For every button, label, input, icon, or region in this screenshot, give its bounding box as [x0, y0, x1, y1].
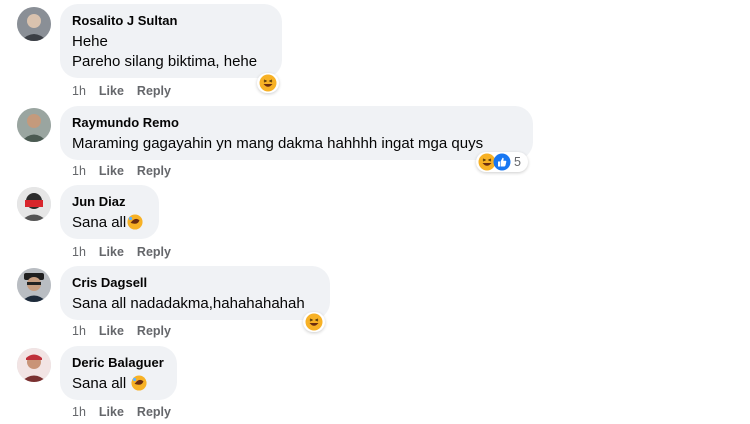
avatar[interactable]: [17, 268, 51, 302]
comment-time[interactable]: 1h: [72, 163, 86, 179]
avatar[interactable]: [17, 7, 51, 41]
avatar[interactable]: [17, 187, 51, 221]
reply-button[interactable]: Reply: [137, 323, 171, 339]
comment-actions: 1h Like Reply: [72, 244, 184, 260]
like-button[interactable]: Like: [99, 163, 124, 179]
like-button[interactable]: Like: [99, 323, 124, 339]
comment-time[interactable]: 1h: [72, 323, 86, 339]
comment-text: Hehe: [72, 33, 108, 50]
reaction-count: 5: [514, 155, 521, 169]
comment-text-value: Sana all: [72, 214, 127, 231]
comment-text: Sana all: [72, 374, 165, 394]
comment-text: Sana all: [72, 213, 147, 233]
comment-bubble: Rosalito J Sultan Hehe Pareho silang bik…: [60, 4, 282, 78]
reaction-summary[interactable]: [257, 73, 279, 93]
like-button[interactable]: Like: [99, 83, 124, 99]
comment-bubble: Raymundo Remo Maraming gagayahin yn mang…: [60, 106, 533, 160]
reply-button[interactable]: Reply: [137, 163, 171, 179]
reply-button[interactable]: Reply: [137, 404, 171, 420]
comment-time[interactable]: 1h: [72, 244, 86, 260]
like-button[interactable]: Like: [99, 404, 124, 420]
comment-text: Sana all nadadakma,hahahahahah: [72, 295, 305, 312]
comment-bubble: Jun Diaz Sana all: [60, 185, 159, 239]
like-icon: [493, 153, 511, 171]
comment-time[interactable]: 1h: [72, 404, 86, 420]
comment-author[interactable]: Rosalito J Sultan: [72, 12, 270, 29]
comment-bubble: Cris Dagsell Sana all nadadakma,hahahaha…: [60, 266, 330, 320]
comment-actions: 1h Like Reply: [72, 323, 184, 339]
rofl-icon: [127, 214, 143, 230]
comment-author[interactable]: Jun Diaz: [72, 193, 147, 210]
comment-text: Pareho silang biktima, hehe: [72, 53, 258, 70]
comment-actions: 1h Like Reply: [72, 404, 184, 420]
reply-button[interactable]: Reply: [137, 244, 171, 260]
comment-author[interactable]: Cris Dagsell: [72, 274, 318, 291]
comment-time[interactable]: 1h: [72, 83, 86, 99]
haha-icon: [305, 313, 323, 331]
like-button[interactable]: Like: [99, 244, 124, 260]
comment-actions: 1h Like Reply: [72, 83, 184, 99]
reaction-summary[interactable]: [303, 312, 325, 332]
comment-author[interactable]: Deric Balaguer: [72, 354, 165, 371]
reply-button[interactable]: Reply: [137, 83, 171, 99]
comment-bubble: Deric Balaguer Sana all: [60, 346, 177, 400]
comment-author[interactable]: Raymundo Remo: [72, 114, 521, 131]
comment-actions: 1h Like Reply: [72, 163, 184, 179]
comment-text-value: Sana all: [72, 375, 131, 392]
rofl-icon: [131, 375, 147, 391]
comment-text: Maraming gagayahin yn mang dakma hahhhh …: [72, 135, 484, 152]
haha-icon: [259, 74, 277, 92]
reaction-summary[interactable]: 5: [476, 152, 528, 172]
avatar[interactable]: [17, 108, 51, 142]
avatar[interactable]: [17, 348, 51, 382]
